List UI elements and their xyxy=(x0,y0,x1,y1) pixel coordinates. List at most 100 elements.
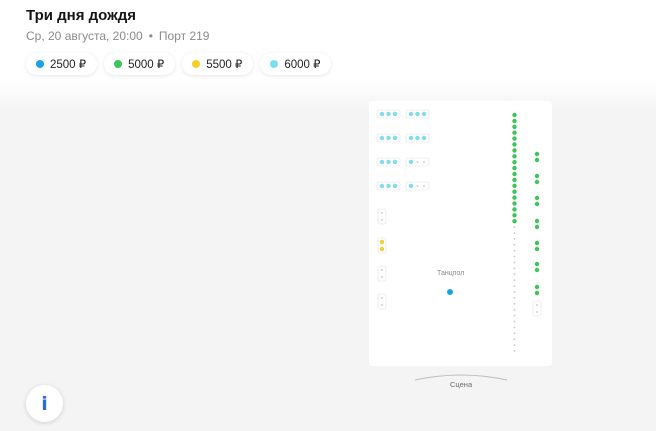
seat-available[interactable] xyxy=(534,157,540,163)
seat-unavailable xyxy=(513,308,516,311)
seat-available[interactable] xyxy=(512,112,517,118)
seat-available[interactable] xyxy=(512,130,517,135)
dancefloor-zone[interactable] xyxy=(447,289,453,295)
seat-unavailable xyxy=(513,285,516,288)
seat-available[interactable] xyxy=(379,246,385,252)
seat-unavailable xyxy=(513,232,516,234)
separator-dot: • xyxy=(148,29,153,43)
event-header: Три дня дождя Ср, 20 августа, 20:00 • Порт… xyxy=(0,0,656,110)
seat-unavailable xyxy=(416,185,419,187)
price-label: 5500 ₽ xyxy=(206,59,243,71)
seat-available[interactable] xyxy=(386,135,391,141)
seat-available[interactable] xyxy=(534,261,540,267)
seat-unavailable xyxy=(513,255,516,258)
seat-available[interactable] xyxy=(512,219,517,224)
seat-layout xyxy=(376,109,542,352)
seat-available[interactable] xyxy=(512,136,517,141)
seat-unavailable xyxy=(513,226,516,229)
seat-unavailable xyxy=(416,161,419,163)
seat-unavailable xyxy=(513,273,516,276)
price-filter-5500[interactable]: 5500 ₽ xyxy=(182,53,254,75)
seat-available[interactable] xyxy=(379,183,385,189)
seat-unavailable xyxy=(513,267,516,270)
seat-unavailable xyxy=(423,161,425,163)
seat-available[interactable] xyxy=(512,171,517,177)
seat-available[interactable] xyxy=(512,177,517,183)
seat-unavailable xyxy=(381,219,383,221)
seat-available[interactable] xyxy=(512,148,517,153)
stage-label: Сцена xyxy=(450,380,473,389)
seat-unavailable xyxy=(536,304,538,306)
seat-available[interactable] xyxy=(534,246,540,252)
seat-unavailable xyxy=(513,344,516,347)
event-datetime: Ср, 20 августа, 20:00 xyxy=(26,29,143,43)
seat-available[interactable] xyxy=(386,111,391,117)
seat-available[interactable] xyxy=(379,159,385,165)
seat-unavailable xyxy=(513,261,516,264)
seat-available[interactable] xyxy=(512,124,517,129)
seat-available[interactable] xyxy=(534,240,540,246)
seat-available[interactable] xyxy=(512,165,517,171)
seat-available[interactable] xyxy=(512,183,517,188)
price-filter-6000[interactable]: 6000 ₽ xyxy=(260,53,332,75)
seat-unavailable xyxy=(513,338,516,341)
seat-available[interactable] xyxy=(379,135,385,141)
seat-available[interactable] xyxy=(512,160,517,165)
seat-available[interactable] xyxy=(534,201,540,207)
table xyxy=(532,300,542,317)
seat-available[interactable] xyxy=(392,111,398,117)
seat-unavailable xyxy=(381,304,383,306)
price-filter-5000[interactable]: 5000 ₽ xyxy=(104,53,176,75)
seat-available[interactable] xyxy=(512,118,517,124)
seat-unavailable xyxy=(513,243,516,246)
event-subtitle: Ср, 20 августа, 20:00 • Порт 219 xyxy=(26,29,209,43)
seat-available[interactable] xyxy=(415,111,420,117)
seat-unavailable xyxy=(536,311,538,313)
seat-unavailable xyxy=(513,326,516,329)
seat-available[interactable] xyxy=(534,218,540,224)
seat-available[interactable] xyxy=(379,111,385,117)
seat-available[interactable] xyxy=(512,154,517,159)
seat-available[interactable] xyxy=(379,239,385,245)
seat-available[interactable] xyxy=(534,284,540,290)
price-label: 6000 ₽ xyxy=(284,59,321,71)
seat-available[interactable] xyxy=(534,224,540,230)
price-filter-2500[interactable]: 2500 ₽ xyxy=(26,53,98,75)
seat-unavailable xyxy=(513,279,516,282)
seat-unavailable xyxy=(381,297,383,299)
seat-available[interactable] xyxy=(534,195,540,201)
seat-available[interactable] xyxy=(408,183,414,189)
seat-available[interactable] xyxy=(408,135,414,141)
seat-available[interactable] xyxy=(421,135,427,141)
price-color-dot xyxy=(114,60,123,68)
seating-map[interactable]: Танцпол xyxy=(369,101,552,366)
seat-available[interactable] xyxy=(512,213,517,218)
seat-available[interactable] xyxy=(392,135,398,141)
seat-available[interactable] xyxy=(392,159,398,165)
seat-available[interactable] xyxy=(408,111,414,117)
seat-unavailable xyxy=(381,212,383,214)
seat-available[interactable] xyxy=(408,159,414,165)
table xyxy=(377,265,387,282)
seat-available[interactable] xyxy=(512,195,517,200)
seat-available[interactable] xyxy=(534,173,540,179)
seat-available[interactable] xyxy=(386,183,391,189)
price-color-dot xyxy=(270,60,279,68)
seat-available[interactable] xyxy=(512,207,517,212)
seat-available[interactable] xyxy=(534,179,540,185)
info-button[interactable]: i xyxy=(26,385,63,422)
seat-unavailable xyxy=(513,249,516,252)
seat-available[interactable] xyxy=(512,142,517,147)
seat-unavailable xyxy=(513,296,516,299)
seat-available[interactable] xyxy=(534,267,540,273)
seat-available[interactable] xyxy=(392,183,398,189)
seat-unavailable xyxy=(381,276,383,278)
seat-unavailable xyxy=(381,269,383,271)
seat-available[interactable] xyxy=(512,201,517,206)
seat-available[interactable] xyxy=(534,290,540,296)
seat-available[interactable] xyxy=(534,151,540,157)
seat-available[interactable] xyxy=(421,111,427,117)
seat-available[interactable] xyxy=(415,135,420,141)
seat-available[interactable] xyxy=(386,159,391,165)
seat-available[interactable] xyxy=(512,189,517,194)
